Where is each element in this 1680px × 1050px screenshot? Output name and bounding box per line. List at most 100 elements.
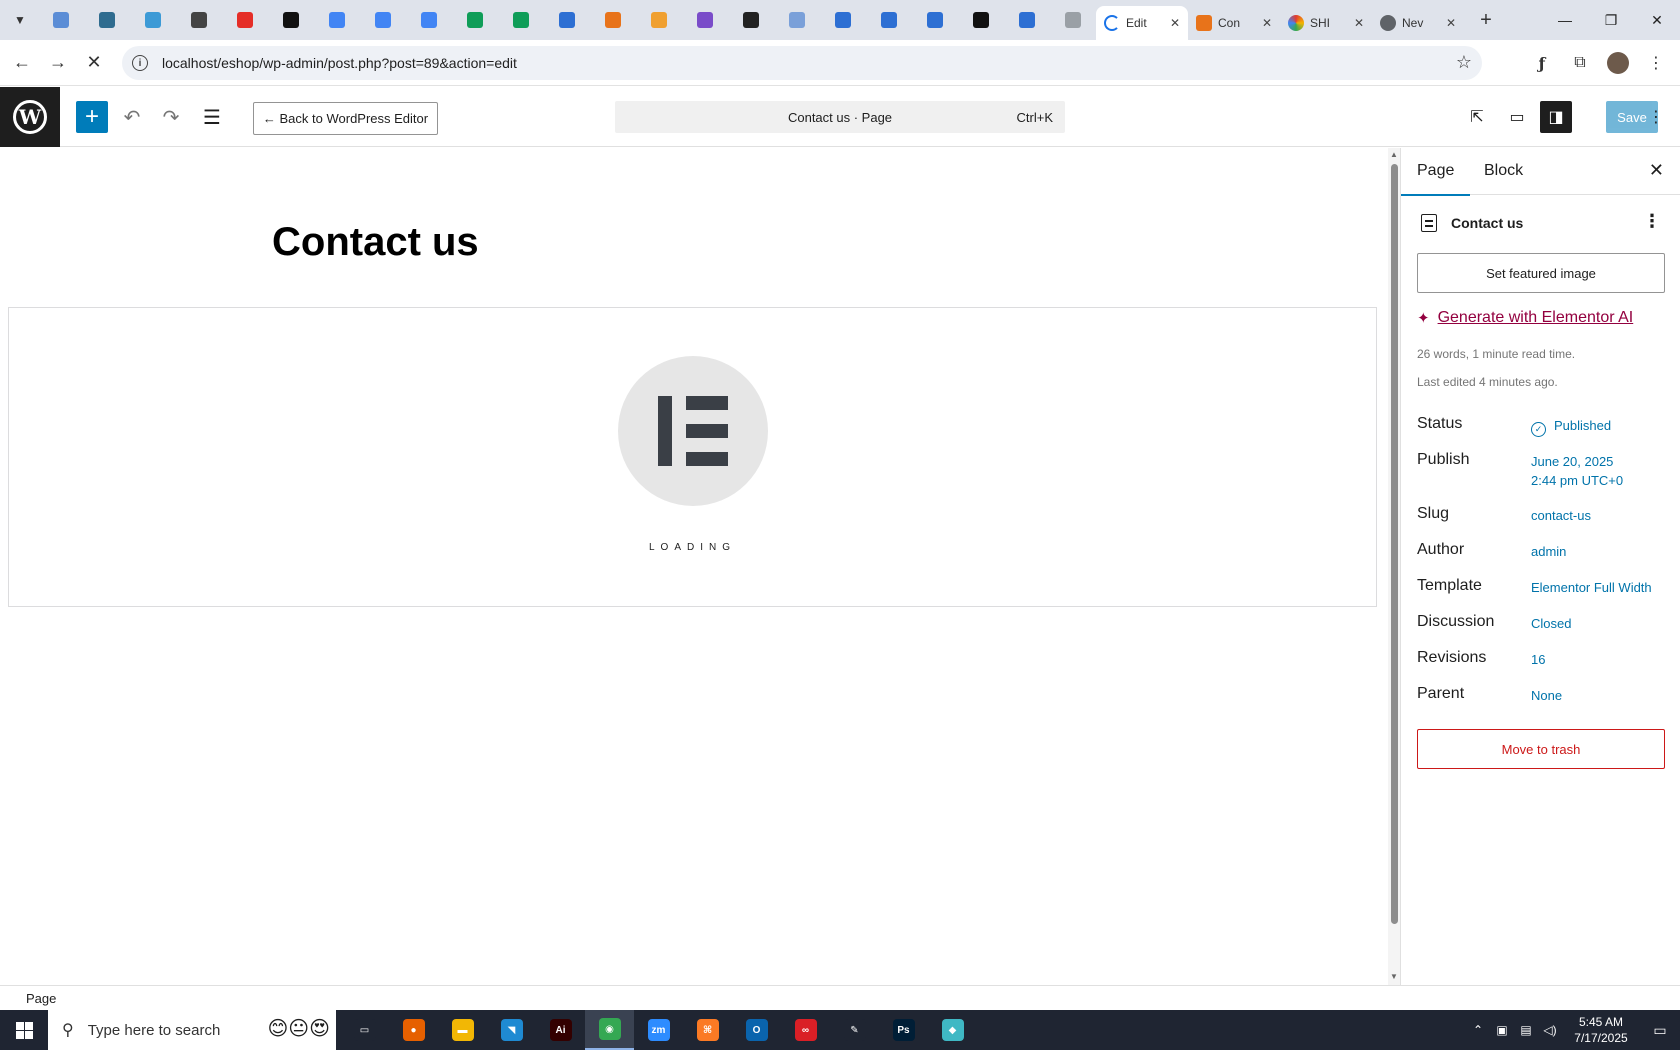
pinned-tab[interactable] xyxy=(544,4,590,36)
pinned-tab[interactable] xyxy=(682,4,728,36)
generate-with-elementor-ai-link[interactable]: Generate with Elementor AI xyxy=(1438,309,1634,327)
taskbar-app-pen-tool[interactable]: ✎ xyxy=(830,1010,879,1050)
pinned-tab[interactable] xyxy=(498,4,544,36)
pinned-tab[interactable] xyxy=(728,4,774,36)
taskbar-app-chrome[interactable]: ◉ xyxy=(585,1010,634,1050)
publish-value[interactable]: June 20, 2025 2:44 pm UTC+0 xyxy=(1531,452,1623,490)
restore-icon[interactable]: ❐ xyxy=(1588,0,1634,40)
slug-value[interactable]: contact-us xyxy=(1531,506,1591,525)
pinned-tab[interactable] xyxy=(820,4,866,36)
close-icon[interactable]: ✕ xyxy=(1649,160,1664,181)
preview-device-icon[interactable]: ▭ xyxy=(1501,101,1533,133)
close-icon[interactable]: ✕ xyxy=(1354,16,1364,30)
author-value[interactable]: admin xyxy=(1531,542,1566,561)
taskbar-app-app-diamond[interactable]: ◆ xyxy=(928,1010,977,1050)
back-arrow-icon[interactable]: ← xyxy=(4,45,40,81)
parent-value[interactable]: None xyxy=(1531,686,1562,705)
browser-menu-icon[interactable]: ⋮ xyxy=(1638,46,1674,80)
close-window-icon[interactable]: ✕ xyxy=(1634,0,1680,40)
pinned-tab[interactable] xyxy=(774,4,820,36)
command-palette-button[interactable]: Contact us · Page Ctrl+K xyxy=(615,101,1065,133)
script-extension-icon[interactable]: ƒ xyxy=(1524,46,1560,80)
pinned-tab[interactable] xyxy=(958,4,1004,36)
pinned-tab[interactable] xyxy=(866,4,912,36)
taskbar-app-photoshop[interactable]: Ps xyxy=(879,1010,928,1050)
breadcrumb-item[interactable]: Page xyxy=(26,991,56,1006)
page-title[interactable]: Contact us xyxy=(272,220,479,265)
block-inserter-button[interactable]: + xyxy=(76,101,108,133)
bookmark-star-icon[interactable]: ☆ xyxy=(1456,52,1472,73)
elementor-block[interactable]: LOADING xyxy=(8,307,1377,607)
move-to-trash-button[interactable]: Move to trash xyxy=(1417,729,1665,769)
pinned-tab[interactable] xyxy=(1050,4,1096,36)
options-menu-icon[interactable]: ⋮ xyxy=(1641,101,1671,133)
scrollbar-thumb[interactable] xyxy=(1391,164,1398,924)
close-icon[interactable]: ✕ xyxy=(1262,16,1272,30)
taskbar-app-firefox[interactable]: ● xyxy=(389,1010,438,1050)
canvas-scrollbar[interactable]: ▲ ▼ xyxy=(1388,148,1400,985)
template-value[interactable]: Elementor Full Width xyxy=(1531,578,1652,597)
redo-icon[interactable]: ↷ xyxy=(155,101,187,133)
taskbar-app-outlook[interactable]: O xyxy=(732,1010,781,1050)
pinned-tab[interactable] xyxy=(38,4,84,36)
more-options-icon[interactable]: ⋮ xyxy=(1643,211,1661,232)
document-overview-icon[interactable]: ☰ xyxy=(196,101,228,133)
taskbar-app-file-explorer[interactable]: ▬ xyxy=(438,1010,487,1050)
taskbar-app-zoom[interactable]: zm xyxy=(634,1010,683,1050)
status-value[interactable]: ✓ Published xyxy=(1531,416,1611,437)
taskbar-app-creative-cloud[interactable]: ∞ xyxy=(781,1010,830,1050)
tab-shi[interactable]: SHI ✕ xyxy=(1280,6,1372,40)
tray-chevron-icon[interactable]: ⌃ xyxy=(1466,1023,1490,1037)
stop-loading-icon[interactable]: ✕ xyxy=(76,45,112,81)
close-icon[interactable]: ✕ xyxy=(1446,16,1456,30)
scroll-up-icon[interactable]: ▲ xyxy=(1390,150,1398,159)
forward-arrow-icon[interactable]: → xyxy=(40,45,76,81)
minimize-icon[interactable]: — xyxy=(1542,0,1588,40)
view-page-icon[interactable]: ⇱ xyxy=(1461,101,1493,133)
taskbar-clock[interactable]: 5:45 AM 7/17/2025 xyxy=(1562,1014,1640,1046)
taskbar-app-task-view[interactable]: ▭ xyxy=(340,1010,389,1050)
tab-edit[interactable]: Edit ✕ xyxy=(1096,6,1188,40)
network-icon[interactable]: ▤ xyxy=(1514,1023,1538,1037)
pinned-tab[interactable] xyxy=(406,4,452,36)
pinned-tab[interactable] xyxy=(360,4,406,36)
tray-app-icon[interactable]: ▣ xyxy=(1490,1023,1514,1037)
windows-start-icon[interactable] xyxy=(0,1010,48,1050)
site-info-icon[interactable]: i xyxy=(132,55,148,71)
pinned-tab[interactable] xyxy=(222,4,268,36)
back-to-wordpress-editor-button[interactable]: ← Back to WordPress Editor xyxy=(253,102,438,135)
tab-search-icon[interactable]: ▼ xyxy=(6,6,34,34)
wordpress-logo-icon[interactable]: W xyxy=(0,87,60,147)
pinned-tab[interactable] xyxy=(912,4,958,36)
pinned-tab[interactable] xyxy=(130,4,176,36)
pinned-tab[interactable] xyxy=(452,4,498,36)
taskbar-app-vscode[interactable]: ◥ xyxy=(487,1010,536,1050)
taskbar-search-box[interactable]: ⚲ Type here to search 😊😐😍 xyxy=(48,1010,336,1050)
undo-icon[interactable]: ↶ xyxy=(116,101,148,133)
tab-block[interactable]: Block xyxy=(1484,162,1523,180)
pinned-tab[interactable] xyxy=(1004,4,1050,36)
tab-new[interactable]: Nev ✕ xyxy=(1372,6,1464,40)
set-featured-image-button[interactable]: Set featured image xyxy=(1417,253,1665,293)
volume-icon[interactable]: ◁) xyxy=(1538,1023,1562,1037)
pinned-tab[interactable] xyxy=(314,4,360,36)
pinned-tab[interactable] xyxy=(268,4,314,36)
profile-avatar[interactable] xyxy=(1600,46,1636,80)
extensions-puzzle-icon[interactable]: ⧉ xyxy=(1562,46,1598,80)
scroll-down-icon[interactable]: ▼ xyxy=(1390,972,1398,981)
notifications-icon[interactable]: ▭ xyxy=(1640,1022,1680,1039)
taskbar-app-xampp[interactable]: ⌘ xyxy=(683,1010,732,1050)
discussion-value[interactable]: Closed xyxy=(1531,614,1571,633)
new-tab-button[interactable]: + xyxy=(1472,6,1500,34)
pinned-tab[interactable] xyxy=(636,4,682,36)
taskbar-app-illustrator[interactable]: Ai xyxy=(536,1010,585,1050)
pinned-tab[interactable] xyxy=(176,4,222,36)
close-icon[interactable]: ✕ xyxy=(1170,16,1180,30)
tab-contact[interactable]: Con ✕ xyxy=(1188,6,1280,40)
tab-page[interactable]: Page xyxy=(1400,162,1471,196)
settings-sidebar-toggle-icon[interactable]: ◨ xyxy=(1540,101,1572,133)
revisions-value[interactable]: 16 xyxy=(1531,650,1545,669)
address-bar[interactable]: i localhost/eshop/wp-admin/post.php?post… xyxy=(122,46,1482,80)
pinned-tab[interactable] xyxy=(84,4,130,36)
pinned-tab[interactable] xyxy=(590,4,636,36)
